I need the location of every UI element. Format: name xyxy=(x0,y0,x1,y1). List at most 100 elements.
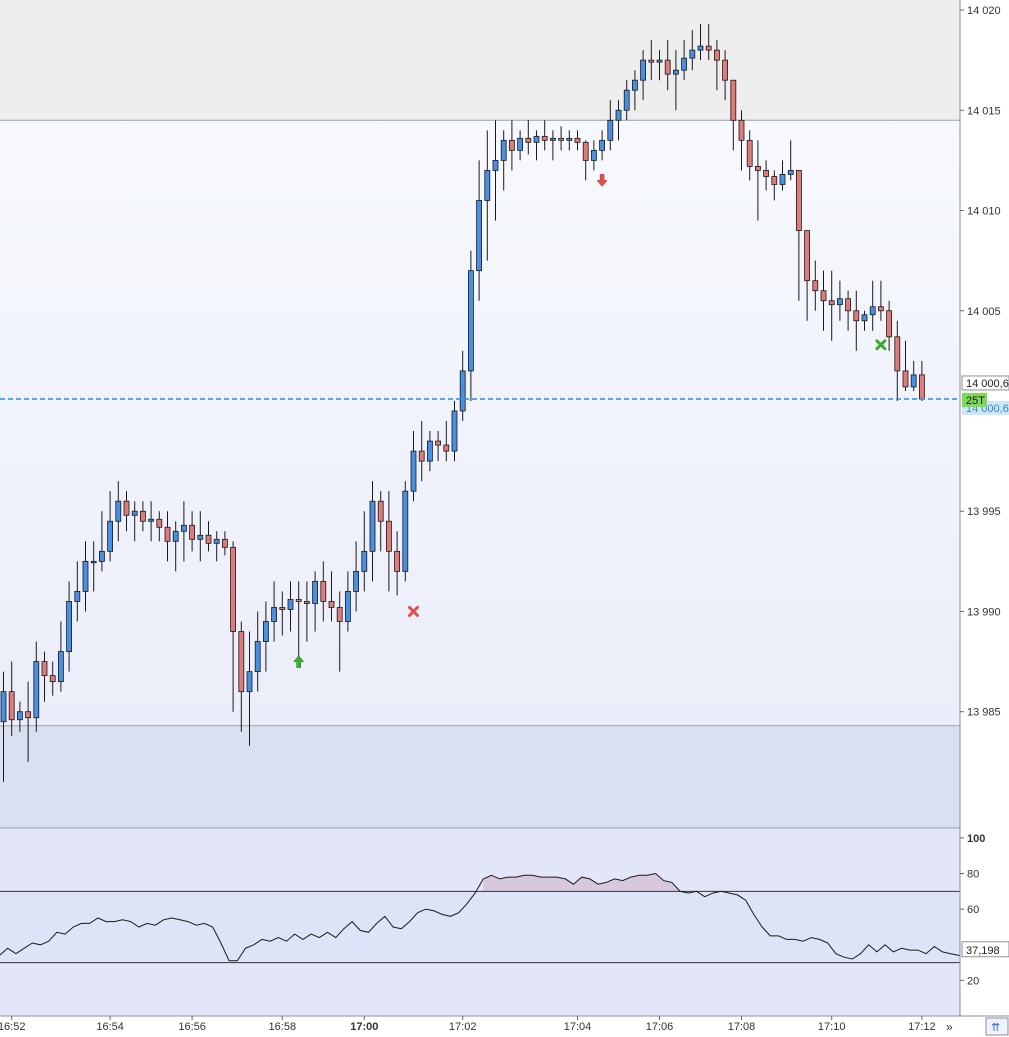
candle-body xyxy=(632,79,638,91)
candle-body xyxy=(517,137,523,151)
trading-chart[interactable]: 14 020 14 015 14 010 14 005 13 995 13 990 13 9… xyxy=(0,0,1009,1037)
expand-button[interactable]: ⇈ xyxy=(985,1017,1009,1036)
candle-body xyxy=(197,534,204,540)
candle-body xyxy=(459,370,466,412)
time-axis-background xyxy=(0,1016,1009,1037)
price-tick-label: 14 005 xyxy=(967,306,1001,318)
price-pane-background xyxy=(0,0,960,828)
candle-body xyxy=(869,306,876,316)
candle-body xyxy=(550,137,556,141)
candle-body xyxy=(591,149,597,161)
price-tick-label: 14 010 xyxy=(967,206,1001,218)
oscillator-tick-label: 80 xyxy=(967,869,979,881)
candle-body xyxy=(451,410,458,452)
candle-body xyxy=(476,200,483,272)
candle-body xyxy=(148,518,155,522)
candle-body xyxy=(369,500,376,552)
candle-body xyxy=(894,336,901,372)
candle-body xyxy=(853,310,860,322)
candle-body xyxy=(8,691,15,721)
time-tick-label: 17:02 xyxy=(449,1021,477,1033)
upper-price-zone xyxy=(0,0,960,121)
candle-body xyxy=(722,59,728,81)
candle-body xyxy=(156,518,163,528)
price-axis[interactable]: 14 020 14 015 14 010 14 005 13 995 13 990 13 9… xyxy=(959,0,1009,1016)
oscillator-last-value-tag: 37,198 xyxy=(961,941,1009,958)
candle-body xyxy=(385,520,392,552)
candle-body xyxy=(320,581,327,602)
candle-body xyxy=(131,510,138,516)
candle-body xyxy=(640,59,646,81)
candle-body xyxy=(705,45,712,51)
candle-body xyxy=(582,141,589,161)
oscillator-band-fill xyxy=(0,891,960,963)
time-tick-label: 17:08 xyxy=(728,1021,756,1033)
candle-body xyxy=(426,440,433,462)
candle-body xyxy=(238,631,245,693)
candle-body xyxy=(755,166,761,171)
candle-body xyxy=(189,524,196,540)
symbol-tag: 25T xyxy=(966,395,985,407)
candle-body xyxy=(418,450,425,462)
candle-body xyxy=(344,591,351,622)
candle-body xyxy=(615,109,622,121)
candle-body xyxy=(738,119,745,141)
oscillator-tick-label: 100 xyxy=(967,833,985,845)
oscillator-pane[interactable] xyxy=(0,829,1009,1016)
candle-body xyxy=(820,290,827,302)
candle-body xyxy=(213,538,220,544)
candle-body xyxy=(279,607,286,610)
time-tick-label: 16:52 xyxy=(0,1021,25,1033)
candle-body xyxy=(714,49,720,61)
candle-body xyxy=(312,581,319,604)
candle-body xyxy=(796,170,802,231)
candle-body xyxy=(353,570,360,592)
scroll-right-icon[interactable]: » xyxy=(946,1020,953,1034)
time-axis[interactable]: 16:52 16:54 16:56 16:58 17:00 17:02 17:04 17:06… xyxy=(0,1015,1009,1037)
candle-body xyxy=(878,306,884,312)
candle-body xyxy=(41,661,48,677)
candle-body xyxy=(910,374,917,388)
time-tick-label: 17:06 xyxy=(646,1021,674,1033)
candle-body xyxy=(623,89,630,111)
candle-body xyxy=(648,59,655,63)
time-tick-label: 17:00 xyxy=(350,1021,378,1033)
price-tick-label: 14 015 xyxy=(967,105,1001,117)
candle-body xyxy=(607,119,614,141)
candle-body xyxy=(484,170,491,201)
candle-body xyxy=(287,599,294,610)
candle-body xyxy=(90,560,97,564)
candle-body xyxy=(730,79,737,121)
candle-body xyxy=(435,440,442,446)
candle-body xyxy=(886,310,892,338)
time-tick-label: 17:10 xyxy=(818,1021,846,1033)
price-tick-label: 14 020 xyxy=(967,5,1001,17)
candle-body xyxy=(467,270,474,372)
candle-body xyxy=(771,176,778,185)
candle-body xyxy=(99,550,105,562)
candle-body xyxy=(787,170,794,175)
candle-body xyxy=(74,591,81,602)
candle-body xyxy=(172,530,179,542)
expand-icon[interactable]: ⇈ xyxy=(991,1022,1000,1034)
candle-body xyxy=(394,550,401,572)
candle-body xyxy=(599,139,605,151)
candle-body xyxy=(123,500,130,516)
scroll-right-button[interactable]: » xyxy=(940,1018,960,1035)
candle-body xyxy=(763,170,769,177)
candle-body xyxy=(82,560,89,592)
candle-body xyxy=(303,601,310,604)
candle-body xyxy=(164,526,171,542)
candle-body xyxy=(746,139,753,167)
candle-body xyxy=(541,135,548,141)
candle-body xyxy=(66,601,72,652)
candle-body xyxy=(58,651,64,683)
candle-body xyxy=(919,374,925,400)
candle-body xyxy=(361,550,368,572)
candle-body xyxy=(0,691,7,723)
candle-body xyxy=(295,599,302,602)
price-tick-label: 13 990 xyxy=(967,606,1001,618)
candle-body xyxy=(16,711,23,721)
candle-body xyxy=(115,500,122,522)
price-pane[interactable] xyxy=(0,0,960,828)
